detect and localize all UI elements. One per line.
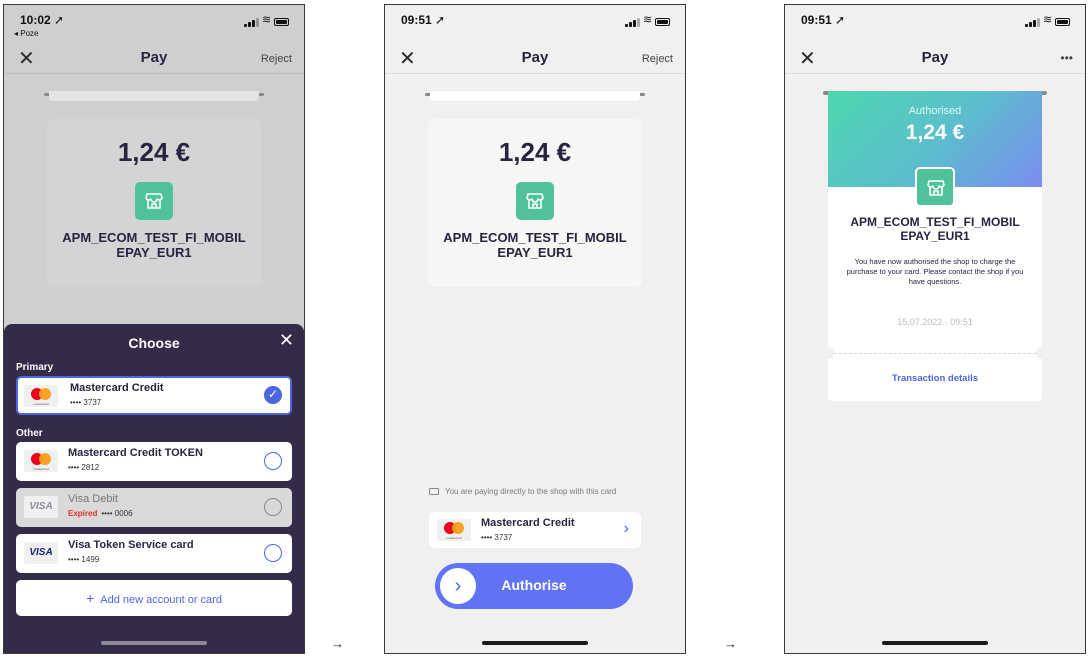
transaction-details-link[interactable]: Transaction details (828, 373, 1042, 384)
mastercard-logo: mastercard (24, 450, 58, 472)
amount: 1,24 € (117, 137, 191, 167)
signal-icon (625, 18, 640, 27)
phone-screen-authorise: 09:51 ➚ ≋ ✕ Pay Reject 1,24 € APM_ECOM_T… (384, 4, 686, 654)
add-card-label: Add new account or card (100, 594, 222, 606)
home-indicator (482, 641, 588, 645)
signal-icon (1025, 18, 1040, 27)
status-bar: 09:51 ➚ ≋ (785, 5, 1085, 41)
amount: 1,24 € (498, 137, 572, 167)
signal-icon (244, 18, 259, 27)
more-icon[interactable]: ••• (1060, 51, 1073, 65)
nav-bar: ✕ Pay Reject (4, 45, 304, 75)
merchant-card: 1,24 € APM_ECOM_TEST_FI_MOBILEPAY_EUR1 (428, 119, 642, 287)
battery-icon (274, 18, 289, 26)
radio-button[interactable] (264, 544, 282, 562)
authorise-button[interactable]: › Authorise (435, 563, 633, 609)
radio-button[interactable] (264, 452, 282, 470)
paying-note: You are paying directly to the shop with… (429, 487, 665, 496)
amount: 1,24 € (905, 121, 965, 144)
add-card-button[interactable]: + Add new account or card (16, 580, 292, 616)
system-icons: ≋ (244, 14, 290, 27)
card-name: Visa Token Service card (68, 539, 194, 551)
reject-button[interactable]: Reject (642, 53, 673, 65)
authorised-message: You have now authorised the shop to char… (846, 257, 1024, 286)
receipt-card: Authorised 1,24 € APM_ECOM_TEST_FI_MOBIL… (828, 91, 1042, 401)
nav-divider (385, 73, 685, 74)
status-label: Authorised (908, 105, 962, 117)
merchant-name: APM_ECOM_TEST_FI_MOBILEPAY_EUR1 (443, 230, 627, 260)
choose-card-sheet: Choose ✕ Primary mastercard Mastercard C… (4, 324, 304, 653)
card-number: •••• 2812 (68, 463, 100, 472)
expired-badge: Expired (68, 509, 98, 518)
phone-screen-authorised: 09:51 ➚ ≋ ✕ Pay ••• Authorised 1,24 € AP… (784, 4, 1086, 654)
status-time: 10:02 ➚ (20, 13, 65, 27)
visa-logo: VISA (24, 496, 58, 518)
receipt-strip (44, 91, 264, 103)
card-number: Expired •••• 0006 (68, 509, 133, 518)
selected-card-button[interactable]: mastercard Mastercard Credit •••• 3737 › (429, 512, 641, 548)
back-to-app-link[interactable]: ◂ Poze (14, 29, 38, 38)
card-number: •••• 1499 (68, 555, 100, 564)
card-name: Visa Debit (68, 493, 118, 505)
sheet-title: Choose (128, 335, 180, 351)
visa-logo: VISA (24, 542, 58, 564)
card-option-mastercard-token[interactable]: mastercard Mastercard Credit TOKEN •••• … (16, 442, 292, 481)
shop-icon (516, 182, 554, 220)
wifi-icon: ≋ (1043, 14, 1053, 26)
card-option-visa-debit: VISA Visa Debit Expired •••• 0006 (16, 488, 292, 527)
plus-icon: + (86, 590, 95, 606)
battery-icon (1055, 18, 1070, 26)
nav-bar: ✕ Pay Reject (385, 45, 685, 75)
card-option-visa-token[interactable]: VISA Visa Token Service card •••• 1499 (16, 534, 292, 573)
battery-icon (655, 18, 670, 26)
checkmark-icon[interactable] (264, 386, 282, 404)
status-bar: 09:51 ➚ ≋ (385, 5, 685, 41)
flow-arrow: → (331, 636, 344, 651)
phone-screen-choose-card: 10:02 ➚ ◂ Poze ≋ ✕ Pay Reject 1,24 € APM… (3, 4, 305, 654)
system-icons: ≋ (625, 14, 671, 27)
nav-bar: ✕ Pay ••• (785, 45, 1085, 75)
shop-icon (915, 167, 955, 207)
card-option-mastercard-credit[interactable]: mastercard Mastercard Credit •••• 3737 (16, 376, 292, 415)
home-indicator (882, 641, 988, 645)
card-name: Mastercard Credit (481, 517, 575, 529)
chevron-right-icon: › (623, 520, 629, 537)
page-title: Pay (140, 49, 168, 66)
transaction-date: 15.07.2022 · 09:51 (897, 317, 973, 327)
status-bar: 10:02 ➚ ◂ Poze ≋ (4, 5, 304, 41)
authorise-label: Authorise (501, 577, 567, 593)
reject-button[interactable]: Reject (261, 53, 292, 65)
page-title: Pay (521, 49, 549, 66)
card-icon (429, 488, 439, 496)
wifi-icon: ≋ (262, 14, 272, 26)
merchant-name: APM_ECOM_TEST_FI_MOBILEPAY_EUR1 (62, 230, 246, 260)
shop-icon (135, 182, 173, 220)
primary-label: Primary (16, 362, 54, 373)
nav-divider (4, 73, 304, 74)
home-indicator (101, 641, 207, 645)
status-time: 09:51 ➚ (801, 13, 846, 27)
receipt-divider (834, 353, 1036, 354)
status-time: 09:51 ➚ (401, 13, 446, 27)
other-label: Other (16, 428, 43, 439)
flow-arrow: → (724, 636, 737, 651)
nav-divider (785, 73, 1085, 74)
card-name: Mastercard Credit TOKEN (68, 447, 203, 459)
mastercard-logo: mastercard (24, 385, 58, 407)
merchant-card: 1,24 € APM_ECOM_TEST_FI_MOBILEPAY_EUR1 (47, 119, 261, 287)
system-icons: ≋ (1025, 14, 1071, 27)
close-icon[interactable]: ✕ (279, 330, 294, 351)
mastercard-logo: mastercard (437, 519, 471, 541)
wifi-icon: ≋ (643, 14, 653, 26)
receipt-strip (425, 91, 645, 103)
radio-button (264, 498, 282, 516)
card-number: •••• 3737 (481, 533, 513, 542)
card-number: •••• 3737 (70, 398, 102, 407)
page-title: Pay (921, 49, 949, 66)
receipt-notch (1036, 347, 1042, 359)
merchant-name: APM_ECOM_TEST_FI_MOBILEPAY_EUR1 (850, 215, 1020, 243)
card-name: Mastercard Credit (70, 382, 164, 394)
